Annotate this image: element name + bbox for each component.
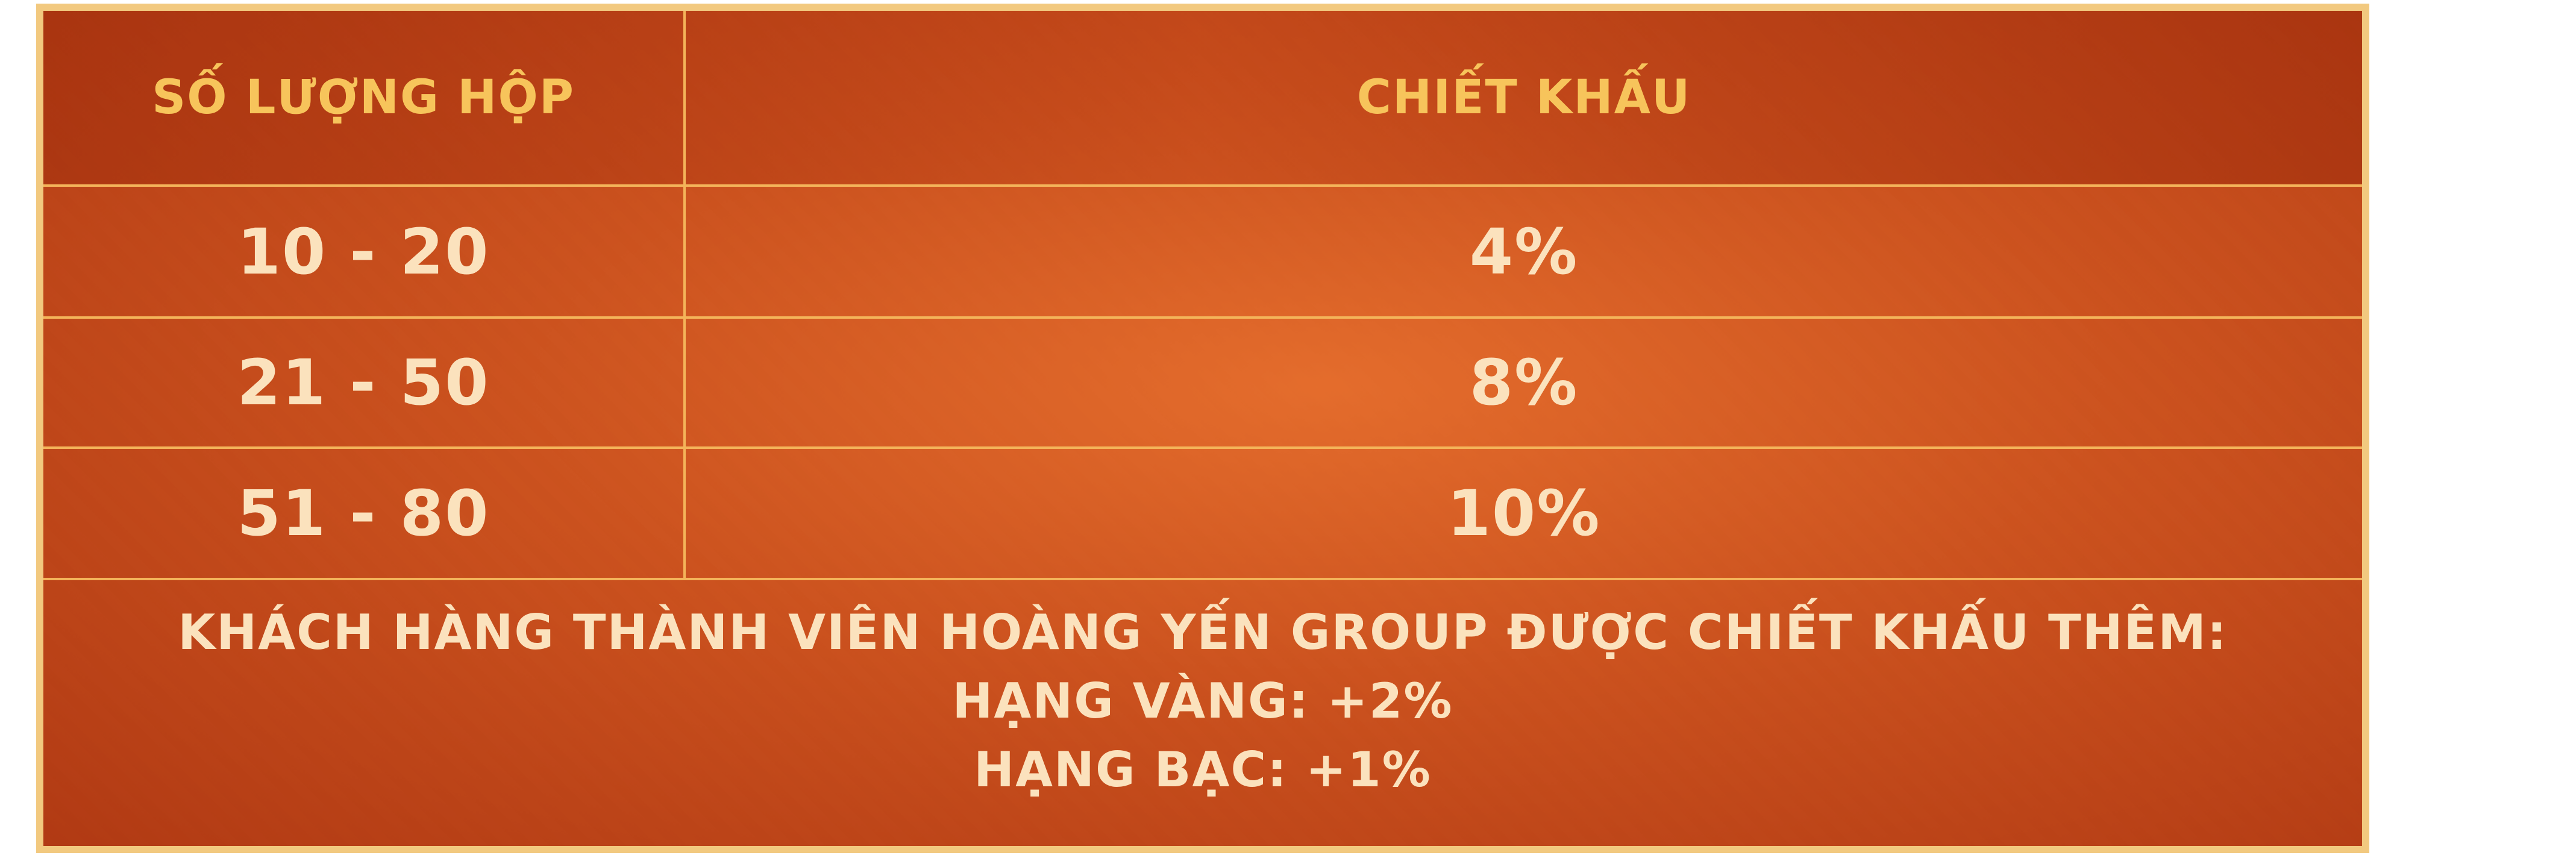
header-cell-discount: CHIẾT KHẤU	[686, 11, 2362, 184]
quantity-cell: 10 - 20	[43, 187, 683, 316]
quantity-cell: 51 - 80	[43, 449, 683, 578]
discount-table-panel: SỐ LƯỢNG HỘP CHIẾT KHẤU 10 - 20 4% 21 - …	[36, 4, 2369, 853]
column-divider	[683, 11, 686, 580]
quantity-cell: 21 - 50	[43, 319, 683, 446]
row-divider	[43, 316, 2362, 319]
table-row: 10 - 20 4%	[43, 187, 2362, 316]
discount-table: SỐ LƯỢNG HỘP CHIẾT KHẤU 10 - 20 4% 21 - …	[43, 11, 2362, 846]
discount-value: 8%	[1469, 346, 1579, 419]
quantity-value: 21 - 50	[237, 346, 490, 419]
discount-cell: 10%	[686, 449, 2362, 578]
quantity-value: 10 - 20	[237, 214, 490, 289]
header-discount-label: CHIẾT KHẤU	[1356, 70, 1691, 125]
table-row: 21 - 50 8%	[43, 319, 2362, 446]
note-gold-tier: HẠNG VÀNG: +2%	[952, 672, 1453, 729]
discount-cell: 4%	[686, 187, 2362, 316]
header-quantity-label: SỐ LƯỢNG HỘP	[152, 70, 575, 125]
note-silver-tier: HẠNG BẠC: +1%	[974, 741, 1432, 798]
table-header-row: SỐ LƯỢNG HỘP CHIẾT KHẤU	[43, 11, 2362, 184]
header-cell-quantity: SỐ LƯỢNG HỘP	[43, 11, 683, 184]
discount-value: 4%	[1469, 214, 1579, 289]
discount-cell: 8%	[686, 319, 2362, 446]
discount-value: 10%	[1447, 477, 1601, 550]
table-row: 51 - 80 10%	[43, 449, 2362, 578]
quantity-value: 51 - 80	[237, 477, 490, 550]
member-discount-note: KHÁCH HÀNG THÀNH VIÊN HOÀNG YẾN GROUP ĐƯ…	[43, 580, 2362, 846]
note-title: KHÁCH HÀNG THÀNH VIÊN HOÀNG YẾN GROUP ĐƯ…	[178, 604, 2228, 660]
row-divider	[43, 446, 2362, 449]
row-divider	[43, 184, 2362, 187]
